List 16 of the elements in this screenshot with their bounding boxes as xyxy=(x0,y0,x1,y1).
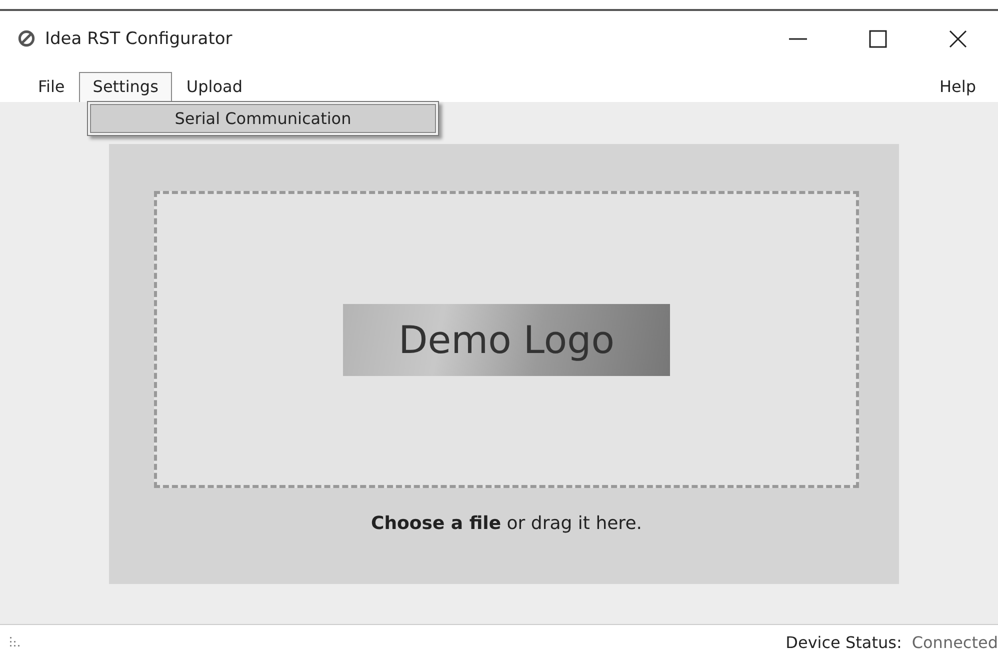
menu-item[interactable]: Upload xyxy=(172,72,256,102)
drop-zone[interactable]: Demo Logo xyxy=(154,191,859,488)
maximize-icon xyxy=(868,28,888,48)
app-logo-icon xyxy=(18,30,35,47)
minimize-icon xyxy=(789,38,807,40)
menu-item[interactable]: Help xyxy=(926,72,990,102)
window-title: Idea RST Configurator xyxy=(45,28,234,48)
status-value: Connected xyxy=(912,632,998,652)
close-icon xyxy=(948,28,968,48)
dropdown-item[interactable]: Serial Communication xyxy=(90,104,436,133)
menu-item[interactable]: File xyxy=(24,72,79,102)
resize-grip-icon xyxy=(10,637,20,647)
status-label: Device Status: xyxy=(786,632,902,652)
demo-logo: Demo Logo xyxy=(343,304,670,376)
menu-item[interactable]: Settings xyxy=(78,72,172,102)
drop-caption: Choose a file or drag it here. xyxy=(370,513,642,534)
